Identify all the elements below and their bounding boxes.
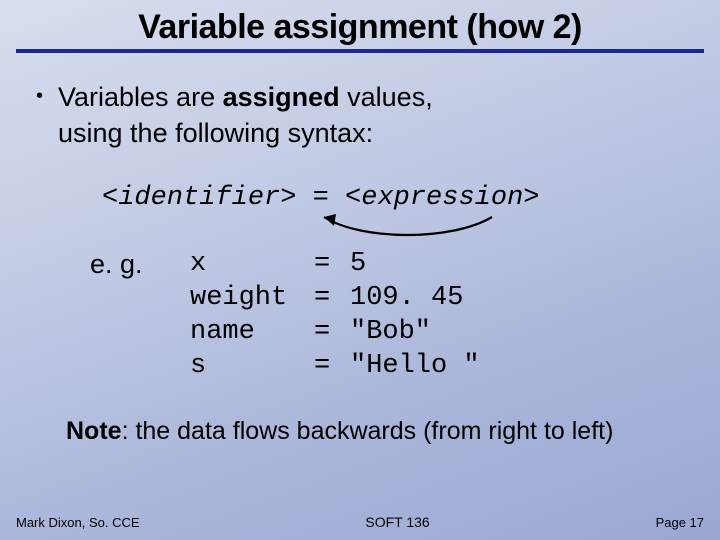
expr-cell: 109. 45: [350, 281, 480, 315]
eq-cell: =: [314, 281, 350, 315]
ident-cell: weight: [190, 281, 314, 315]
eq-cell: =: [314, 349, 350, 383]
eq-cell: =: [314, 247, 350, 281]
syntax-identifier: <identifier>: [102, 183, 296, 213]
table-row: s = "Hello ": [190, 349, 480, 383]
bullet-item: • Variables are assigned values, using t…: [30, 79, 690, 151]
slide-title: Variable assignment (how 2): [40, 8, 680, 47]
footer-left: Mark Dixon, So. CCE: [16, 515, 140, 530]
ident-cell: name: [190, 315, 314, 349]
note-rest: : the data flows backwards (from right t…: [122, 417, 614, 445]
bullet-dot: •: [30, 79, 58, 113]
note-text: Note: the data flows backwards (from rig…: [66, 417, 690, 446]
table-row: name = "Bob": [190, 315, 480, 349]
footer: Mark Dixon, So. CCE SOFT 136 Page 17: [0, 514, 720, 530]
bullet-line2: using the following syntax:: [58, 118, 373, 148]
bullet-text: Variables are assigned values, using the…: [58, 79, 433, 151]
table-row: x = 5: [190, 247, 480, 281]
footer-right: Page 17: [656, 515, 704, 530]
syntax-expression: <expression>: [345, 183, 539, 213]
examples-block: e. g. x = 5 weight = 109. 45 name = "Bob…: [90, 247, 690, 383]
bullet-line1-bold: assigned: [223, 82, 340, 112]
note-bold: Note: [66, 417, 122, 445]
bullet-line1-post: values,: [340, 82, 433, 112]
expr-cell: "Hello ": [350, 349, 480, 383]
examples-table: x = 5 weight = 109. 45 name = "Bob" s = …: [190, 247, 480, 383]
flow-arrow-icon: [312, 211, 502, 245]
syntax-equals: =: [296, 183, 345, 213]
expr-cell: 5: [350, 247, 480, 281]
syntax-template: <identifier> = <expression>: [102, 183, 690, 213]
eg-label: e. g.: [90, 247, 190, 280]
ident-cell: x: [190, 247, 314, 281]
footer-center: SOFT 136: [365, 514, 429, 530]
table-row: weight = 109. 45: [190, 281, 480, 315]
eq-cell: =: [314, 315, 350, 349]
bullet-line1-pre: Variables are: [58, 82, 223, 112]
ident-cell: s: [190, 349, 314, 383]
expr-cell: "Bob": [350, 315, 480, 349]
